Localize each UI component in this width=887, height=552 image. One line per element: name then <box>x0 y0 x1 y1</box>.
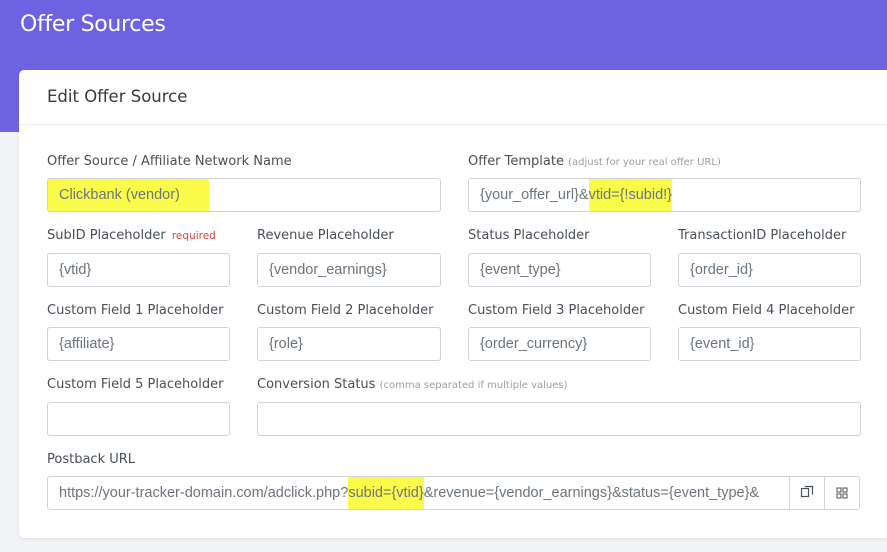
required-badge: required <box>171 230 216 242</box>
conversion-status-input[interactable] <box>257 402 861 436</box>
qr-code-icon <box>836 484 848 503</box>
status-placeholder-input[interactable]: {event_type} <box>468 253 651 287</box>
edit-offer-source-card: Edit Offer Source Offer Source / Affilia… <box>19 70 887 538</box>
custom-field-5-label: Custom Field 5 Placeholder <box>47 377 224 392</box>
custom-field-4-input[interactable]: {event_id} <box>678 327 861 361</box>
custom-field-1-input[interactable]: {affiliate} <box>47 327 230 361</box>
copy-icon <box>800 484 814 503</box>
custom-field-3-input[interactable]: {order_currency} <box>468 327 651 361</box>
custom-field-1-label: Custom Field 1 Placeholder <box>47 303 224 318</box>
transactionid-placeholder-label: TransactionID Placeholder <box>678 228 847 243</box>
qr-code-button[interactable] <box>824 476 860 510</box>
revenue-placeholder-input[interactable]: {vendor_earnings} <box>257 253 441 287</box>
revenue-placeholder-label: Revenue Placeholder <box>257 228 394 243</box>
subid-placeholder-input[interactable]: {vtid} <box>47 253 230 287</box>
postback-url-label: Postback URL <box>47 452 136 467</box>
card-title: Edit Offer Source <box>47 87 188 106</box>
status-placeholder-label: Status Placeholder <box>468 228 590 243</box>
card-header: Edit Offer Source <box>19 70 887 125</box>
custom-field-3-label: Custom Field 3 Placeholder <box>468 303 645 318</box>
conversion-status-hint: (comma separated if multiple values) <box>379 380 568 391</box>
offer-template-hint: (adjust for your real offer URL) <box>568 157 721 168</box>
postback-url-input[interactable]: https://your-tracker-domain.com/adclick.… <box>47 476 790 510</box>
offer-source-name-input[interactable]: Clickbank (vendor) <box>47 178 441 212</box>
offer-template-input[interactable]: {your_offer_url}&vtid={!subid!} <box>468 178 861 212</box>
custom-field-2-input[interactable]: {role} <box>257 327 441 361</box>
page-title: Offer Sources <box>20 12 166 37</box>
custom-field-2-label: Custom Field 2 Placeholder <box>257 303 434 318</box>
copy-button[interactable] <box>789 476 825 510</box>
subid-placeholder-label: SubID Placeholder required <box>47 228 216 243</box>
offer-source-name-label: Offer Source / Affiliate Network Name <box>47 154 292 169</box>
offer-template-label: Offer Template (adjust for your real off… <box>468 154 721 169</box>
transactionid-placeholder-input[interactable]: {order_id} <box>678 253 861 287</box>
conversion-status-label: Conversion Status (comma separated if mu… <box>257 377 568 392</box>
custom-field-5-input[interactable] <box>47 402 230 436</box>
custom-field-4-label: Custom Field 4 Placeholder <box>678 303 855 318</box>
